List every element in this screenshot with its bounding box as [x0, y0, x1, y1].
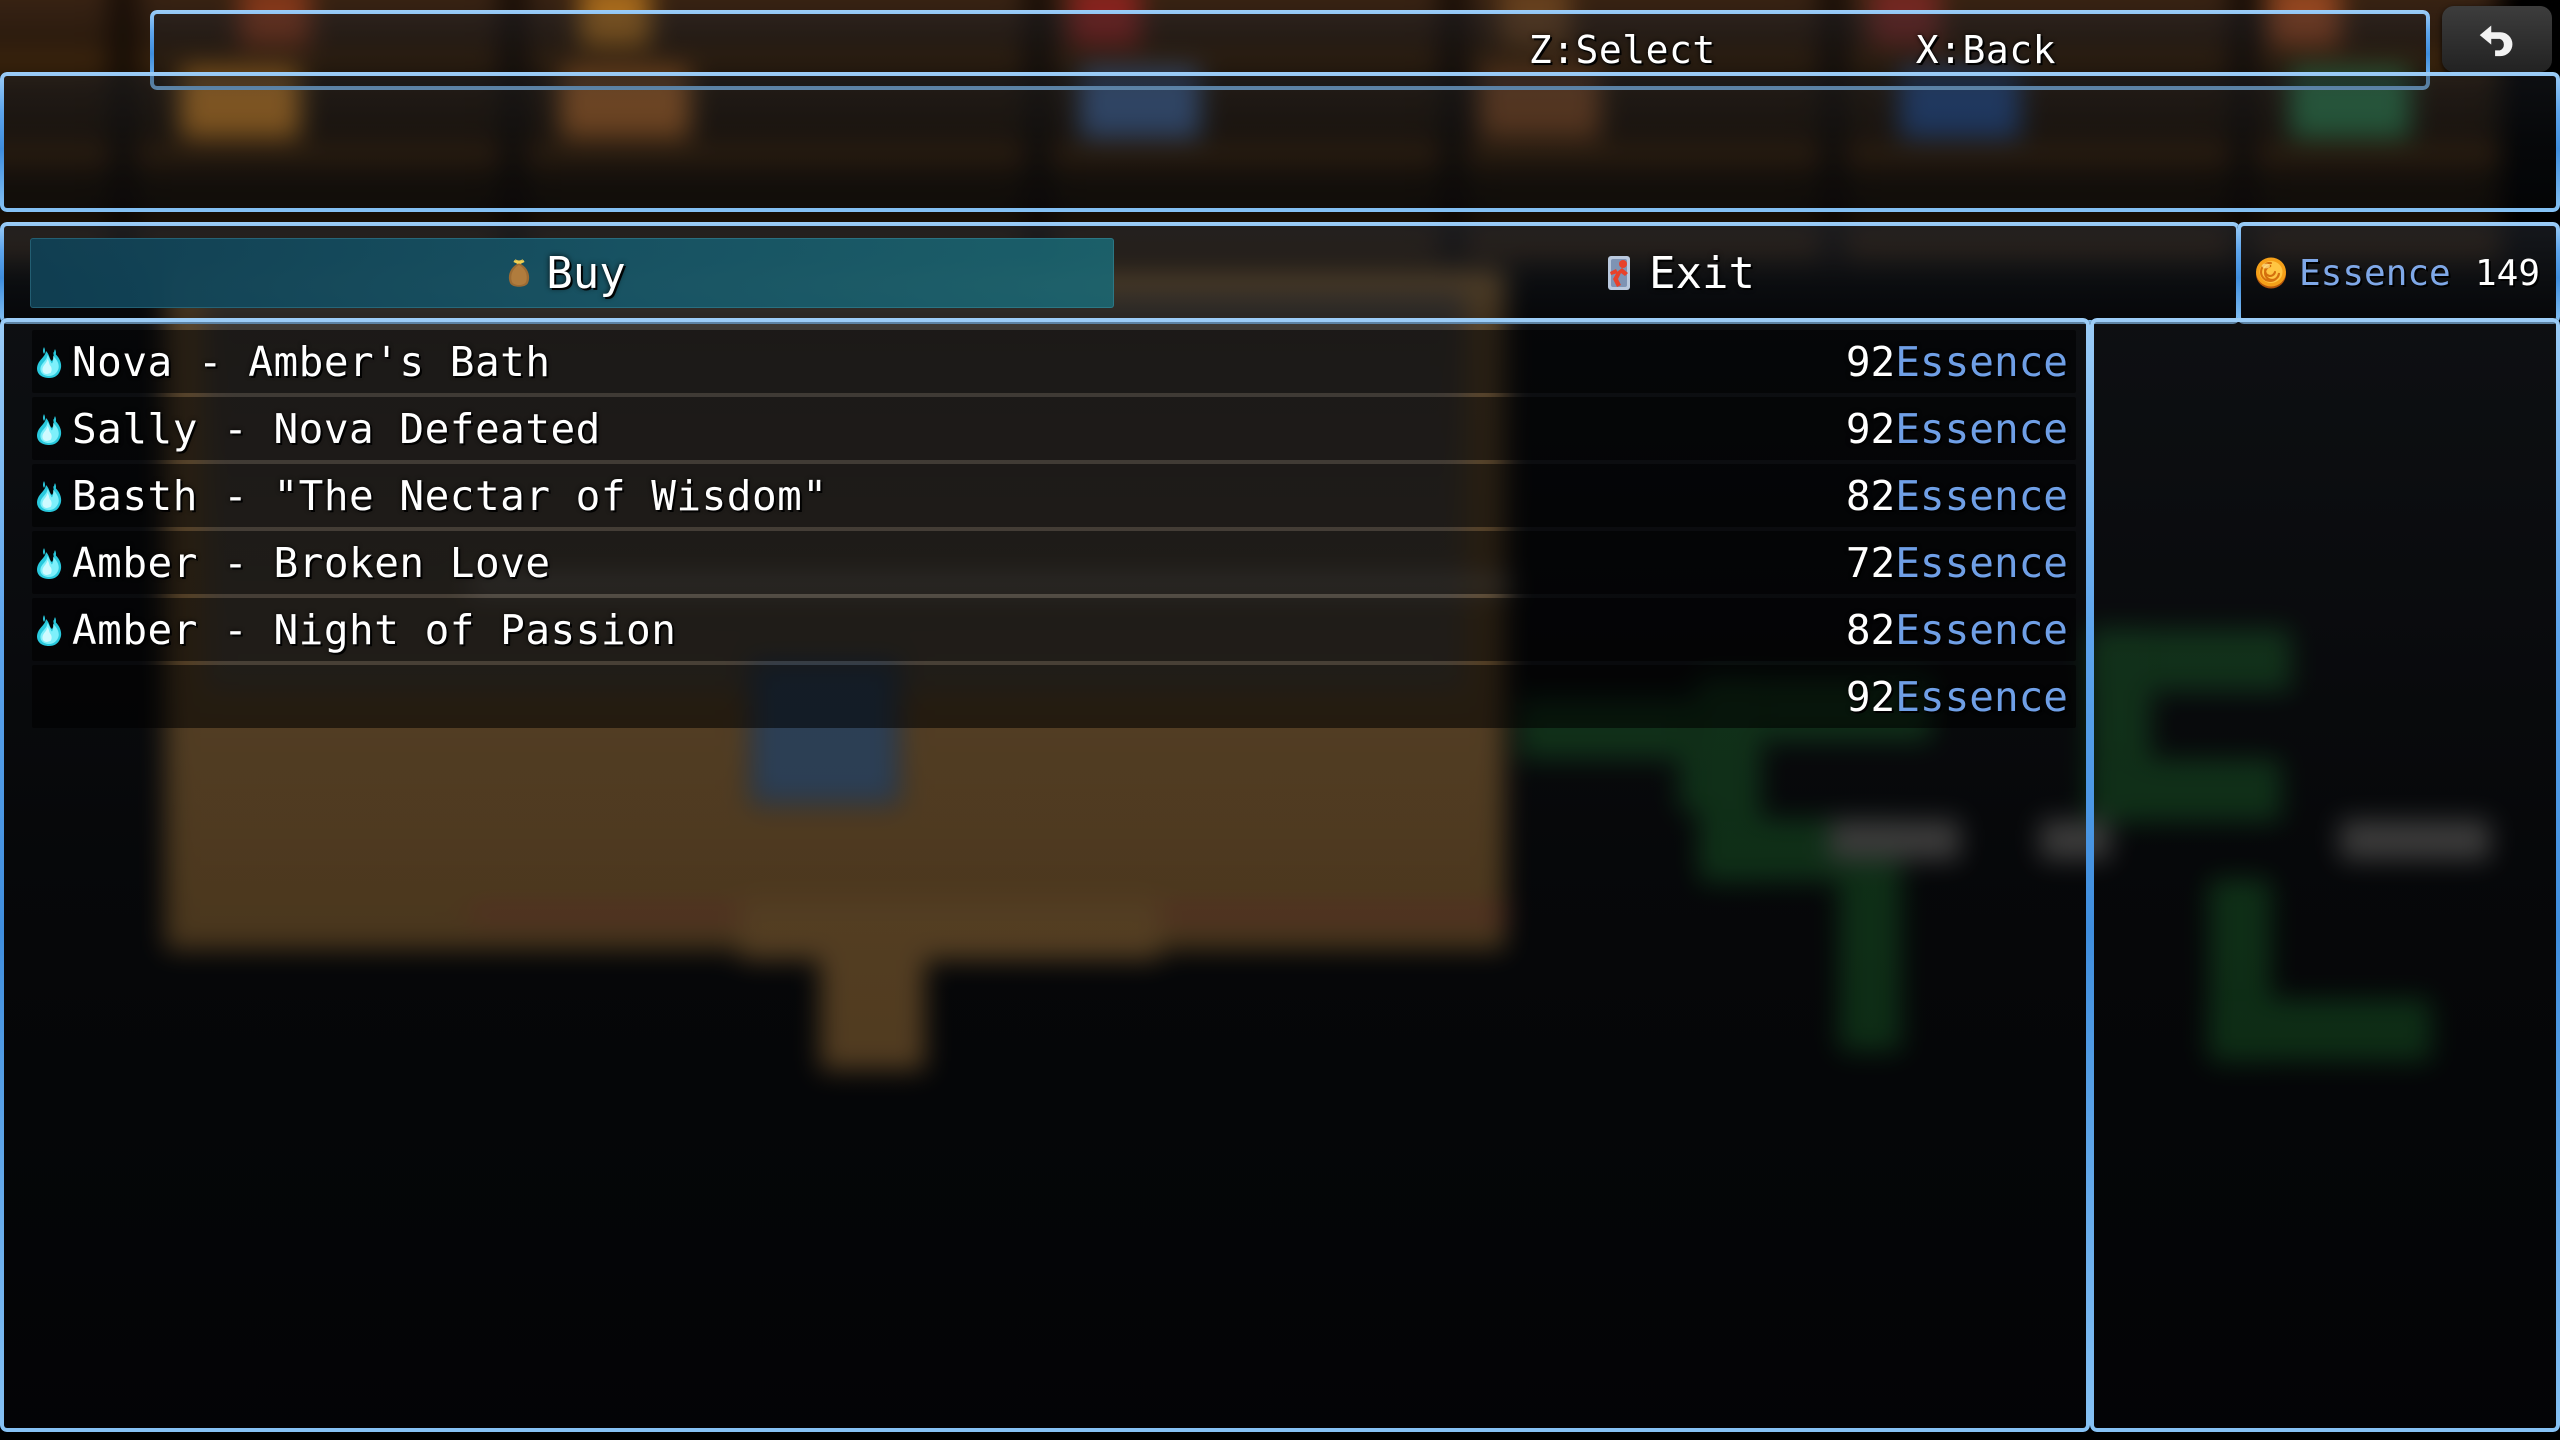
shop-item-label: Amber - Night of Passion	[72, 605, 677, 654]
shop-item-price: 92 Essence	[1846, 405, 2068, 453]
cyan-flame-icon	[32, 345, 66, 379]
shop-item-price: 92 Essence	[1846, 338, 2068, 386]
essence-coin-icon	[2251, 253, 2291, 293]
shop-item-price: 92 Essence	[1846, 673, 2068, 721]
back-hint: X:Back	[1915, 28, 2056, 72]
cyan-flame-icon	[32, 613, 66, 647]
shop-item-name-group: Basth - "The Nectar of Wisdom"	[32, 472, 1846, 520]
shop-item-price: 82 Essence	[1846, 472, 2068, 520]
command-buy-label: Buy	[546, 247, 626, 299]
shop-item-row[interactable]: Basth - "The Nectar of Wisdom" 82 Essence	[4, 462, 2086, 529]
shop-item-list-window[interactable]: Nova - Amber's Bath 92 Essence Sally - Nova…	[0, 318, 2090, 1432]
shop-item-price-unit: Essence	[1895, 538, 2068, 587]
shop-item-name-group: Amber - Broken Love	[32, 539, 1846, 587]
gold-window: Essence 149	[2237, 222, 2560, 324]
shop-item-price-value: 92	[1845, 337, 1896, 386]
shop-item-label: Nova - Amber's Bath	[72, 337, 551, 386]
shop-item-price-unit: Essence	[1895, 337, 2068, 386]
game-screen: Z:Select X:Back Buy Exit Essence 149 Nov…	[0, 0, 2560, 1440]
command-window: Buy Exit	[0, 222, 2240, 324]
shop-item-row[interactable]: 92 Essence	[4, 663, 2086, 730]
shop-item-price-value: 92	[1845, 404, 1896, 453]
shop-item-name-group: Nova - Amber's Bath	[32, 338, 1846, 386]
exit-running-man-icon	[1601, 252, 1643, 294]
shop-item-row[interactable]: Nova - Amber's Bath 92 Essence	[4, 328, 2086, 395]
dummy-window	[0, 72, 2560, 212]
shop-item-label: Amber - Broken Love	[72, 538, 551, 587]
shop-item-row[interactable]: Amber - Night of Passion 82 Essence	[4, 596, 2086, 663]
cyan-flame-icon	[32, 546, 66, 580]
shop-item-label: Basth - "The Nectar of Wisdom"	[72, 471, 828, 520]
shop-item-price-value: 92	[1845, 672, 1896, 721]
shop-status-content	[2094, 322, 2556, 1428]
row-background	[32, 665, 2076, 728]
shop-item-price-unit: Essence	[1895, 672, 2068, 721]
gold-value: 149	[2474, 252, 2540, 294]
select-hint: Z:Select	[1528, 28, 1716, 72]
shop-item-price-value: 82	[1845, 471, 1896, 520]
shop-item-price-unit: Essence	[1895, 404, 2068, 453]
shop-item-row[interactable]: Amber - Broken Love 72 Essence	[4, 529, 2086, 596]
shop-item-row[interactable]: Sally - Nova Defeated 92 Essence	[4, 395, 2086, 462]
shop-item-price-unit: Essence	[1895, 605, 2068, 654]
shop-item-price-value: 72	[1845, 538, 1896, 587]
shop-item-list: Nova - Amber's Bath 92 Essence Sally - Nova…	[4, 322, 2086, 1428]
gold-label: Essence	[2299, 252, 2451, 294]
command-exit[interactable]: Exit	[1120, 226, 2236, 320]
shop-item-price: 82 Essence	[1846, 606, 2068, 654]
shop-item-price: 72 Essence	[1846, 539, 2068, 587]
shop-item-name-group: Sally - Nova Defeated	[32, 405, 1846, 453]
shop-status-window	[2090, 318, 2560, 1432]
shop-item-price-unit: Essence	[1895, 471, 2068, 520]
command-exit-label: Exit	[1649, 247, 1755, 299]
shop-item-label: Sally - Nova Defeated	[72, 404, 601, 453]
command-buy[interactable]: Buy	[4, 226, 1120, 320]
back-button[interactable]	[2442, 6, 2552, 72]
money-bag-icon	[498, 252, 540, 294]
shop-item-name-group: Amber - Night of Passion	[32, 606, 1846, 654]
cyan-flame-icon	[32, 412, 66, 446]
undo-arrow-icon	[2474, 14, 2520, 64]
cyan-flame-icon	[32, 479, 66, 513]
shop-item-price-value: 82	[1845, 605, 1896, 654]
